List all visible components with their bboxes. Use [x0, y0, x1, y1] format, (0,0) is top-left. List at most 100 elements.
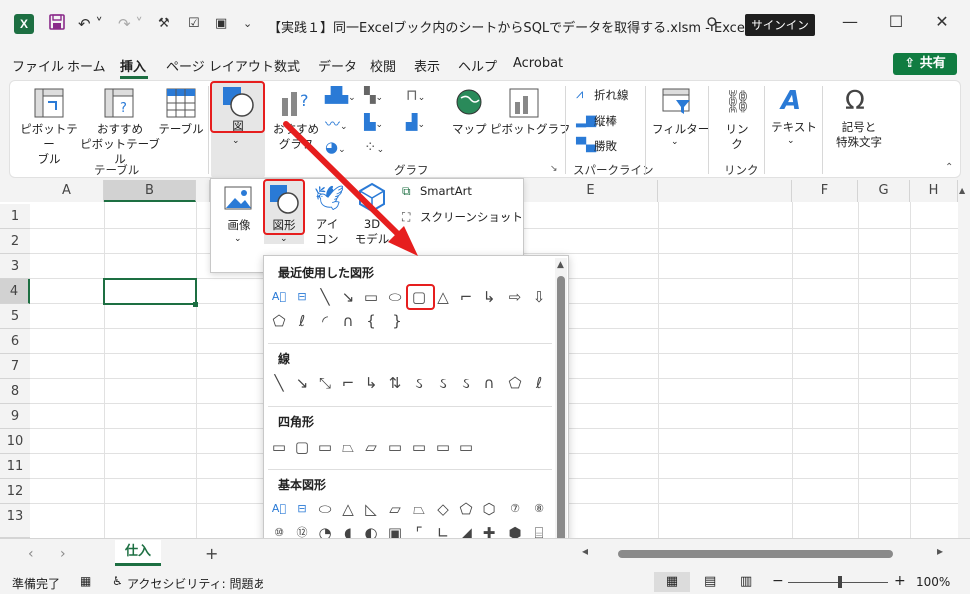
column-header-h[interactable]: H	[910, 180, 958, 202]
row-header[interactable]: 10	[0, 429, 30, 454]
row-header[interactable]: 11	[0, 454, 30, 479]
customize-qat-icon[interactable]: ⌄	[243, 13, 252, 35]
link-icon[interactable]: ⛓	[724, 90, 752, 115]
heptagon-shape-icon[interactable]: ⑦	[504, 498, 526, 520]
tab-data[interactable]: データ	[318, 56, 357, 75]
curved-arrow-shape-icon[interactable]: ઽ	[432, 372, 454, 394]
curved-connector-shape-icon[interactable]: ઽ	[408, 372, 430, 394]
add-sheet-button[interactable]: +	[205, 544, 218, 563]
scroll-right-icon[interactable]: ▸	[937, 544, 943, 558]
freeform-shape-icon[interactable]: ⬠	[268, 310, 290, 332]
pivot-chart-icon[interactable]	[509, 88, 539, 122]
row-header[interactable]: 8	[0, 379, 30, 404]
tab-view[interactable]: 表示	[414, 56, 440, 75]
scroll-left-icon[interactable]: ◂	[582, 544, 588, 558]
right-triangle-shape-icon[interactable]: ◺	[360, 498, 382, 520]
map-icon[interactable]	[455, 88, 483, 120]
parallelogram-shape-icon[interactable]: ▱	[384, 498, 406, 520]
elbow-double-arrow-shape-icon[interactable]: ⇅	[384, 372, 406, 394]
rectangle-shape-icon[interactable]: ▭	[360, 286, 382, 308]
recommended-chart-icon[interactable]: ?	[280, 88, 314, 122]
triangle-shape-icon[interactable]: △	[432, 286, 454, 308]
share-button[interactable]: ⇪ 共有	[893, 53, 957, 75]
right-arrow-shape-icon[interactable]: ⇨	[504, 286, 526, 308]
elbow-connector-shape-icon[interactable]: ⌐	[337, 372, 359, 394]
scribble-shape-icon[interactable]: ℓ	[528, 372, 550, 394]
recommended-pivot-icon[interactable]: ?	[104, 88, 134, 122]
tab-home[interactable]: ホーム	[67, 56, 106, 75]
filter-dropdown-icon[interactable]: ⌄	[671, 135, 679, 150]
hexagon-shape-icon[interactable]: ⬡	[478, 498, 500, 520]
minimize-icon[interactable]: —	[835, 12, 865, 31]
page-layout-view-icon[interactable]: ▤	[704, 574, 716, 589]
accessibility-icon[interactable]: ♿	[112, 574, 123, 588]
textbox-shape-icon[interactable]: A⃞	[268, 286, 290, 308]
hierarchy-chart-icon[interactable]: ▚⌄	[364, 86, 383, 104]
arrow-line-shape-icon[interactable]: ↘	[291, 372, 313, 394]
arrow-line-shape-icon[interactable]: ↘	[337, 286, 359, 308]
pentagon-shape-icon[interactable]: ⬠	[455, 498, 477, 520]
column-header-b[interactable]: B	[104, 180, 196, 202]
row-header[interactable]: 7	[0, 354, 30, 379]
curved-double-arrow-shape-icon[interactable]: ઽ	[455, 372, 477, 394]
zoom-out-icon[interactable]: −	[772, 573, 784, 589]
save-icon[interactable]	[48, 13, 66, 35]
round-diagonal-rectangle-shape-icon[interactable]: ▭	[455, 436, 477, 458]
tab-acrobat[interactable]: Acrobat	[513, 56, 563, 71]
scribble-shape-icon[interactable]: ℓ	[291, 310, 313, 332]
column-header-f[interactable]: F	[792, 180, 858, 202]
snip-diagonal-rectangle-shape-icon[interactable]: ▱	[360, 436, 382, 458]
picture-button[interactable]: 画像	[222, 218, 256, 233]
waterfall-chart-icon[interactable]: ⊓⌄	[406, 86, 425, 104]
prev-sheet-icon[interactable]: ‹	[28, 546, 34, 562]
triangle-shape-icon[interactable]: △	[337, 498, 359, 520]
omega-icon[interactable]: Ω	[845, 86, 865, 116]
select-all-corner[interactable]	[0, 180, 30, 202]
line-shape-icon[interactable]: ╲	[268, 372, 290, 394]
gallery-scroll-up-icon[interactable]: ▲	[557, 260, 564, 270]
freeform-shape-icon[interactable]: ⬠	[504, 372, 526, 394]
snip-rectangle-shape-icon[interactable]: ▭	[314, 436, 336, 458]
trapezoid-shape-icon[interactable]: ⏢	[408, 498, 430, 520]
row-header[interactable]: 2	[0, 229, 30, 254]
search-icon[interactable]: ⚲	[706, 14, 718, 33]
link-button[interactable]: リン ク	[724, 122, 750, 152]
collapse-ribbon-icon[interactable]: ⌃	[945, 162, 953, 173]
right-brace-shape-icon[interactable]: }	[386, 310, 408, 332]
active-cell-b4[interactable]	[103, 278, 197, 305]
text-button[interactable]: テキスト	[770, 120, 818, 135]
row-header[interactable]: 5	[0, 304, 30, 329]
vertical-scrollbar[interactable]	[958, 180, 970, 570]
double-arrow-line-shape-icon[interactable]: ⤡	[314, 372, 336, 394]
pivot-table-icon[interactable]	[34, 88, 64, 122]
screenshot-qat-icon[interactable]: ▣	[215, 13, 227, 35]
rounded-rectangle-shape-icon[interactable]: ▢	[291, 436, 313, 458]
arc-shape-icon[interactable]: ◜	[314, 310, 336, 332]
picture-icon[interactable]	[224, 186, 252, 214]
sparkline-winloss-button[interactable]: 勝敗	[594, 139, 617, 154]
elbow-connector-shape-icon[interactable]: ⌐	[455, 286, 477, 308]
row-header[interactable]: 1	[0, 204, 30, 229]
tab-help[interactable]: ヘルプ	[458, 56, 497, 75]
page-break-view-icon[interactable]: ▥	[740, 574, 752, 589]
chart-dialog-launcher-icon[interactable]: ↘	[550, 164, 558, 174]
tab-formulas[interactable]: 数式	[274, 56, 300, 75]
recommended-pivot-button[interactable]: おすすめ ピボットテーブル	[80, 122, 160, 167]
curve-shape-icon[interactable]: ∩	[478, 372, 500, 394]
column-header-c[interactable]	[196, 180, 210, 202]
row-header[interactable]: 4	[0, 279, 30, 304]
tab-insert[interactable]: 挿入	[120, 56, 146, 75]
tab-file[interactable]: ファイル	[12, 56, 64, 75]
column-header-blank[interactable]	[658, 180, 792, 202]
redo-icon[interactable]: ↷ ˅	[118, 13, 143, 35]
edit-icon[interactable]: ☑	[188, 13, 200, 35]
row-header[interactable]: 9	[0, 404, 30, 429]
zoom-slider-thumb[interactable]	[838, 576, 842, 588]
pivot-table-button[interactable]: ピボットテー ブル	[18, 122, 80, 167]
oval-shape-icon[interactable]: ⬭	[314, 498, 336, 520]
format-painter-icon[interactable]: ⚒	[158, 13, 170, 35]
row-header[interactable]: 6	[0, 329, 30, 354]
elbow-arrow-shape-icon[interactable]: ↳	[478, 286, 500, 308]
tab-page-layout[interactable]: ページ レイアウト	[166, 56, 274, 75]
symbols-button[interactable]: 記号と 特殊文字	[828, 120, 890, 150]
